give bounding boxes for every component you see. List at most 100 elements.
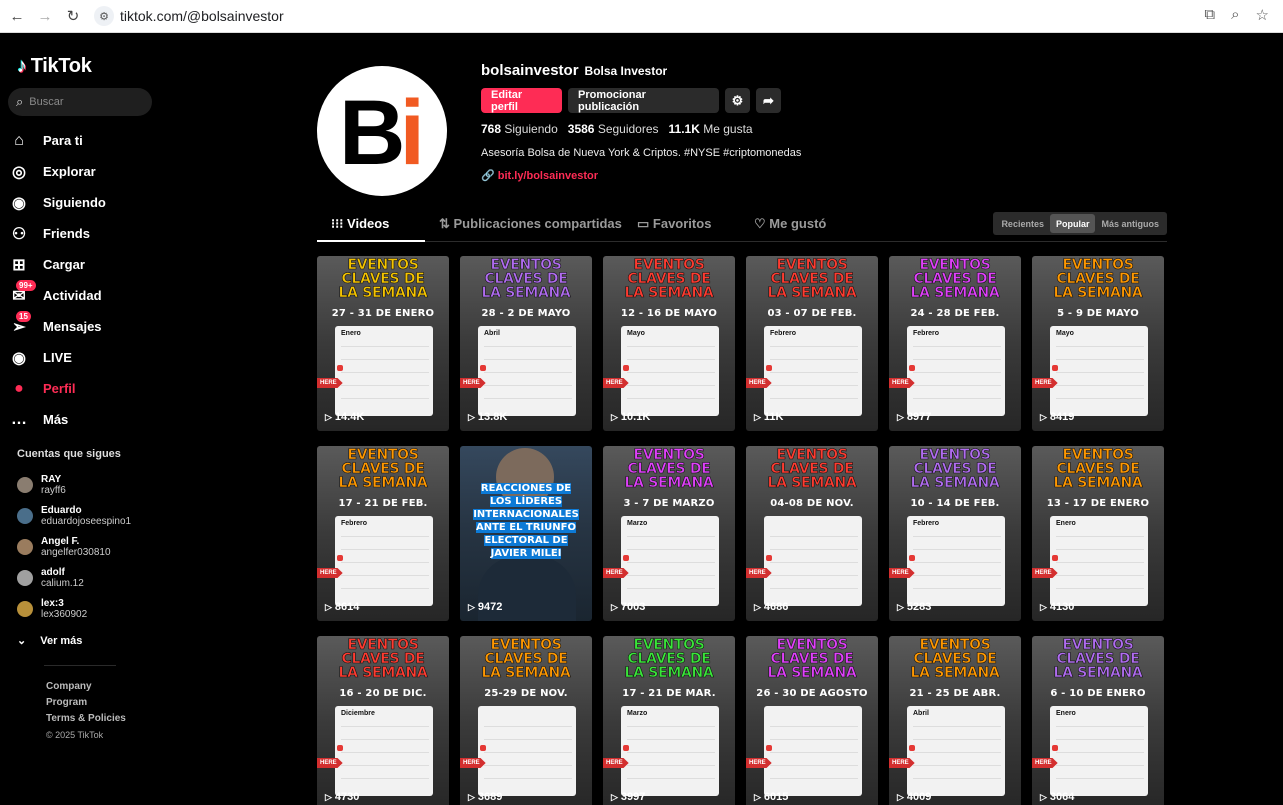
sidebar-item-upload[interactable]: ⊞ Cargar [8,249,168,280]
sidebar-item-more[interactable]: … Más [8,404,168,435]
see-more-label: Ver más [40,634,83,647]
here-marker: HERE [746,758,772,768]
profile-link-text[interactable]: bit.ly/bolsainvestor [498,170,598,182]
video-title-overlay: EVENTOS CLAVES DE LA SEMANA [624,637,714,681]
video-card[interactable]: EVENTOS CLAVES DE LA SEMANA 17 - 21 DE MA… [603,636,735,805]
settings-gear-icon[interactable]: ⚙ [725,88,750,113]
account-handle: eduardojoseespino1 [41,515,132,527]
video-card[interactable]: REACCIONES DE LOS LÍDERES INTERNACIONALE… [460,446,592,621]
profile-link[interactable]: 🔗 bit.ly/bolsainvestor [481,169,801,182]
tab-favorites[interactable]: ▭ Favoritos [637,216,711,232]
share-icon[interactable]: ➦ [756,88,781,113]
search-input[interactable]: ⌕ Buscar [8,88,152,116]
sidebar-item-home[interactable]: ⌂ Para ti [8,125,168,156]
forward-arrow-icon[interactable]: → [34,5,56,27]
back-arrow-icon[interactable]: ← [6,5,28,27]
chevron-down-icon: ⌄ [17,635,27,647]
video-card[interactable]: EVENTOS CLAVES DE LA SEMANA 21 - 25 DE AB… [889,636,1021,805]
reload-icon[interactable]: ↻ [62,5,84,27]
video-card[interactable]: EVENTOS CLAVES DE LA SEMANA 28 - 2 DE MAY… [460,256,592,431]
here-marker: HERE [889,378,915,388]
sidebar-item-messages[interactable]: ➢ 15 Mensajes [8,310,168,342]
video-card[interactable]: EVENTOS CLAVES DE LA SEMANA 13 - 17 DE EN… [1032,446,1164,621]
video-card[interactable]: EVENTOS CLAVES DE LA SEMANA 26 - 30 DE AG… [746,636,878,805]
calendar-thumbnail [764,516,862,606]
footer-terms-link[interactable]: Terms & Policies [46,711,126,727]
tab-videos-label: Videos [347,216,390,231]
sidebar-item-compass[interactable]: ◎ Explorar [8,156,168,187]
following-account[interactable]: Angel F. angelfer030810 [17,531,167,562]
following-account[interactable]: Eduardo eduardojoseespino1 [17,500,167,531]
sidebar-item-live[interactable]: ◉ LIVE [8,342,168,373]
video-card[interactable]: EVENTOS CLAVES DE LA SEMANA 16 - 20 DE DI… [317,636,449,805]
account-handle: rayff6 [41,484,66,496]
sidebar-item-label: Friends [43,226,90,241]
video-card[interactable]: EVENTOS CLAVES DE LA SEMANA 04-08 DE NOV.… [746,446,878,621]
site-info-icon[interactable]: ⚙ [94,6,114,26]
promote-post-button[interactable]: Promocionar publicación [568,88,719,113]
sidebar-item-activity[interactable]: ✉ 99+ Actividad [8,279,168,311]
calendar-month: Febrero [913,520,940,527]
play-icon: ▷ [1040,791,1047,802]
sidebar-item-label: LIVE [43,350,72,365]
zoom-icon[interactable]: ⌕ [1231,6,1239,24]
sidebar-item-label: Explorar [43,164,96,179]
video-card[interactable]: EVENTOS CLAVES DE LA SEMANA 5 - 9 DE MAYO… [1032,256,1164,431]
see-more-button[interactable]: ⌄ Ver más [17,634,83,648]
here-marker: HERE [1032,758,1058,768]
view-count: ▷ 4730 [325,791,360,803]
video-card[interactable]: EVENTOS CLAVES DE LA SEMANA 10 - 14 DE FE… [889,446,1021,621]
calendar-marker [623,745,629,751]
bookmark-star-icon[interactable]: ☆ [1256,6,1269,24]
video-title-overlay: EVENTOS CLAVES DE LA SEMANA [338,257,428,301]
sidebar-item-profile[interactable]: ● Perfil [8,373,168,404]
video-card[interactable]: EVENTOS CLAVES DE LA SEMANA 12 - 16 DE MA… [603,256,735,431]
stat-1[interactable]: 3586 Seguidores [568,122,659,136]
stat-2[interactable]: 11.1K Me gusta [669,122,753,136]
following-account[interactable]: adolf calium.12 [17,562,167,593]
edit-profile-button[interactable]: Editar perfil [481,88,562,113]
video-title-overlay: EVENTOS CLAVES DE LA SEMANA [1053,447,1143,491]
sidebar-item-following[interactable]: ◉ Siguiendo [8,187,168,218]
view-count: ▷ 3997 [611,791,646,803]
install-app-icon[interactable]: ⧉ [1204,6,1215,24]
sort-popular[interactable]: Popular [1049,214,1096,233]
following-account[interactable]: RAY rayff6 [17,469,167,500]
video-card[interactable]: EVENTOS CLAVES DE LA SEMANA 3 - 7 DE MARZ… [603,446,735,621]
tab-videos[interactable]: ⁝⁝⁝ Videos [331,216,389,232]
calendar-thumbnail: Mayo [1050,326,1148,416]
footer-program-link[interactable]: Program [46,695,126,711]
footer-company-link[interactable]: Company [46,679,126,695]
tiktok-logo[interactable]: ♪ TikTok [17,55,92,78]
sidebar-item-friends[interactable]: ⚇ Friends [8,218,168,249]
video-card[interactable]: EVENTOS CLAVES DE LA SEMANA 6 - 10 DE ENE… [1032,636,1164,805]
active-tab-indicator [317,240,425,242]
video-card[interactable]: EVENTOS CLAVES DE LA SEMANA 17 - 21 DE FE… [317,446,449,621]
avatar [17,538,33,555]
address-bar[interactable]: ⚙ tiktok.com/@bolsainvestor [94,3,1174,29]
video-card[interactable]: EVENTOS CLAVES DE LA SEMANA 27 - 31 DE EN… [317,256,449,431]
view-count: ▷ 4009 [897,791,932,803]
sidebar-item-label: Más [43,412,69,427]
profile-avatar[interactable]: Bi [317,66,447,196]
video-card[interactable]: EVENTOS CLAVES DE LA SEMANA 03 - 07 DE FE… [746,256,878,431]
profile-info: bolsainvestor Bolsa Investor Editar perf… [481,62,801,182]
sort-recent[interactable]: Recientes [995,214,1050,233]
video-card[interactable]: EVENTOS CLAVES DE LA SEMANA 25-29 DE NOV.… [460,636,592,805]
live-icon: ◉ [12,349,26,367]
calendar-thumbnail: Marzo [621,706,719,796]
here-marker: HERE [460,758,486,768]
video-date-range: 17 - 21 DE FEB. [338,498,428,509]
video-date-range: 25-29 DE NOV. [484,688,568,699]
tab-reposts[interactable]: ⇅ Publicaciones compartidas [439,216,622,232]
stat-0[interactable]: 768 Siguiendo [481,122,558,136]
sort-oldest[interactable]: Más antiguos [1095,214,1165,233]
video-card[interactable]: EVENTOS CLAVES DE LA SEMANA 24 - 28 DE FE… [889,256,1021,431]
url-text: tiktok.com/@bolsainvestor [120,8,284,24]
calendar-marker [337,555,343,561]
view-count: ▷ 4130 [1040,601,1075,613]
tab-liked[interactable]: ♡ Me gustó [754,216,826,232]
following-account[interactable]: lex:3 lex360902 [17,593,167,624]
profile-icon: ● [14,379,24,397]
here-marker: HERE [746,378,772,388]
